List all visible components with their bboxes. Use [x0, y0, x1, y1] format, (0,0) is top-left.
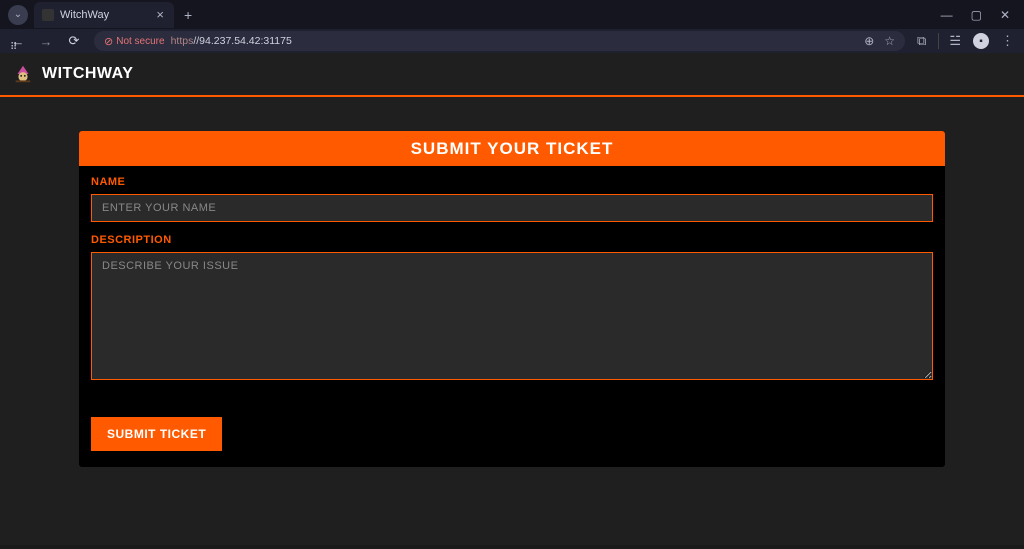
profile-avatar[interactable]: ▪	[973, 33, 989, 49]
minimize-icon[interactable]: —	[941, 8, 953, 22]
description-label: Description	[91, 234, 933, 246]
reload-icon[interactable]: ⟳	[66, 33, 82, 49]
tab-search-dropdown[interactable]: ⌄	[8, 5, 28, 25]
maximize-icon[interactable]: ▢	[971, 8, 982, 22]
extensions-icon[interactable]: ⧉	[917, 33, 926, 49]
witch-logo-icon	[12, 63, 34, 85]
site-brand[interactable]: WitchWay	[42, 65, 133, 83]
forward-icon[interactable]: →	[38, 34, 54, 49]
browser-chrome: ⌄ WitchWay × + — ▢ ✕ ← → ⟳ Not secure ht…	[0, 0, 1024, 53]
apps-grid-icon[interactable]: ⠿	[10, 42, 18, 53]
name-input[interactable]	[91, 194, 933, 222]
url-bar[interactable]: Not secure https//94.237.54.42:31175 ⊕ ☆	[94, 31, 905, 51]
tab-favicon-icon	[42, 9, 54, 21]
tab-title: WitchWay	[60, 9, 109, 21]
menu-icon[interactable]: ⋮	[1001, 33, 1014, 49]
close-window-icon[interactable]: ✕	[1000, 8, 1010, 22]
submit-ticket-button[interactable]: Submit Ticket	[91, 417, 222, 451]
form-title: Submit Your Ticket	[79, 131, 945, 166]
not-secure-badge[interactable]: Not secure	[104, 35, 165, 48]
zoom-icon[interactable]: ⊕	[864, 34, 874, 48]
page-content: WitchWay Submit Your Ticket Name Descrip…	[0, 53, 1024, 545]
bookmark-star-icon[interactable]: ☆	[884, 34, 895, 48]
nav-bar: ← → ⟳ Not secure https//94.237.54.42:311…	[0, 29, 1024, 53]
url-host: //94.237.54.42:31175	[193, 35, 291, 47]
side-panel-icon[interactable]: ☱	[938, 33, 961, 49]
new-tab-button[interactable]: +	[174, 7, 202, 23]
url-protocol: https	[171, 35, 194, 47]
tab-bar: ⌄ WitchWay × + — ▢ ✕	[0, 0, 1024, 29]
ticket-form-card: Submit Your Ticket Name Description Subm…	[79, 131, 945, 467]
browser-tab[interactable]: WitchWay ×	[34, 2, 174, 28]
window-controls: — ▢ ✕	[941, 8, 1024, 22]
name-label: Name	[91, 176, 933, 188]
description-textarea[interactable]	[91, 252, 933, 380]
site-header: WitchWay	[0, 53, 1024, 97]
close-icon[interactable]: ×	[154, 7, 166, 22]
